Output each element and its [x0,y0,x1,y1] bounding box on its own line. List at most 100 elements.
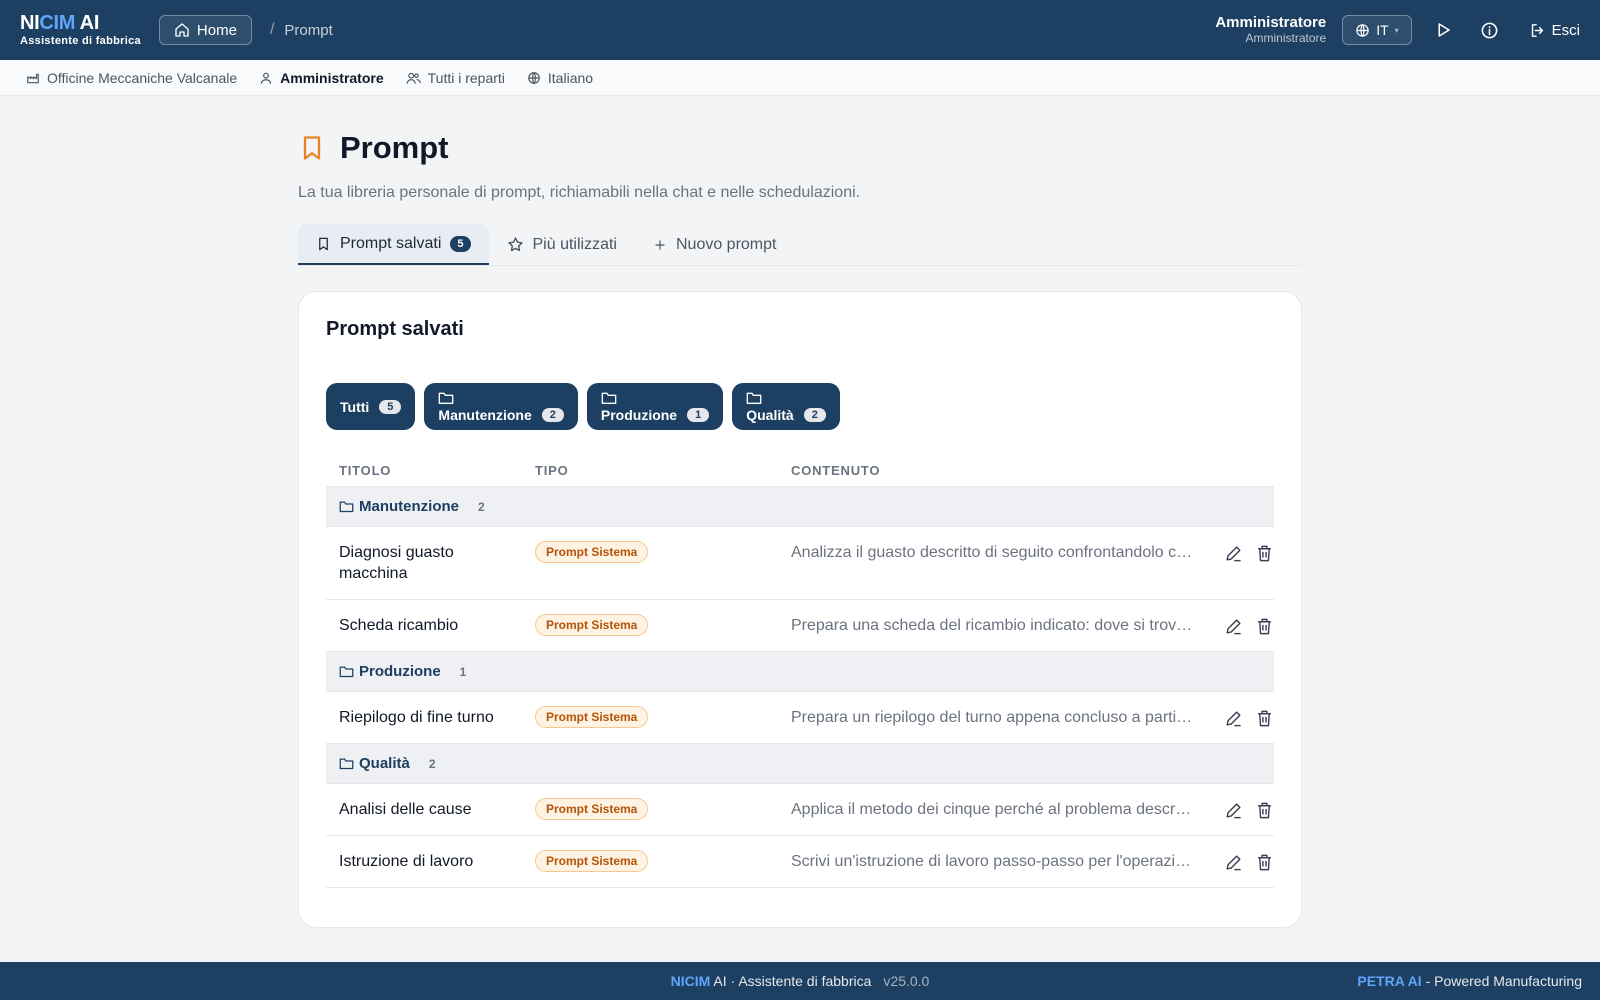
group-count: 1 [459,664,467,679]
folder-icon [746,391,826,405]
tab-label: Più utilizzati [532,235,617,253]
logout-button[interactable]: Esci [1529,22,1580,39]
top-bar: NICIM AI Assistente di fabbrica Home / P… [0,0,1600,60]
departments-item[interactable]: Tutti i reparti [406,70,505,86]
breadcrumb-current: Prompt [284,21,333,39]
filter-count: 1 [687,407,710,422]
table-row[interactable]: Istruzione di lavoro Prompt Sistema Scri… [326,836,1274,888]
brand-name: NICIM AI [20,12,100,34]
trash-icon [1255,853,1274,872]
tab-label: Nuovo prompt [675,235,777,253]
folder-filters: Tutti 5 Manutenzione 2 Produzione 1 Qual… [326,383,1274,430]
departments-label: Tutti i reparti [427,69,505,86]
edit-button[interactable] [1224,853,1243,872]
column-header-content[interactable]: CONTENUTO [791,463,1201,478]
chevron-down-icon: ▾ [1394,25,1399,35]
main-content: Prompt La tua libreria personale di prom… [298,96,1302,928]
pencil-icon [1224,544,1243,563]
user-name: Amministratore [1215,14,1327,32]
logout-icon [1529,22,1546,39]
table-row[interactable]: Riepilogo di fine turno Prompt Sistema P… [326,692,1274,744]
delete-button[interactable] [1255,544,1274,563]
footer-powered-by: PETRA AI - Powered Manufacturing [1357,973,1582,989]
table-row[interactable]: Diagnosi guasto macchina Prompt Sistema … [326,527,1274,600]
prompt-content: Prepara una scheda del ricambio indicato… [791,617,1201,634]
group-header-produzione[interactable]: Produzione 1 [326,652,1274,692]
edit-button[interactable] [1224,617,1243,636]
prompt-type-badge: Prompt Sistema [535,614,649,636]
delete-button[interactable] [1255,709,1274,728]
user-info: Amministratore Amministratore [1215,15,1326,45]
user-item[interactable]: Amministratore [259,70,384,86]
globe-icon [527,71,541,85]
language-code: IT [1376,22,1389,38]
prompt-title: Riepilogo di fine turno [339,709,494,726]
filter-qualita[interactable]: Qualità 2 [732,383,840,430]
folder-icon [339,757,354,770]
folder-icon [601,391,709,405]
pencil-icon [1224,853,1243,872]
language-selector[interactable]: IT ▾ [1342,15,1412,45]
saved-prompts-card: Prompt salvati Tutti 5 Manutenzione 2 Pr… [298,291,1302,928]
column-header-type[interactable]: TIPO [535,463,791,478]
prompt-type-badge: Prompt Sistema [535,850,649,872]
home-button[interactable]: Home [158,15,252,45]
table-row[interactable]: Analisi delle cause Prompt Sistema Appli… [326,784,1274,836]
page-description: La tua libreria personale di prompt, ric… [298,184,861,201]
prompt-type-badge: Prompt Sistema [535,798,649,820]
group-name: Produzione [359,663,441,680]
delete-button[interactable] [1255,853,1274,872]
globe-icon [1355,23,1370,38]
filter-label: Tutti [340,398,370,415]
tab-saved-prompts[interactable]: Prompt salvati 5 [298,224,489,265]
column-header-title[interactable]: TITOLO [326,463,535,478]
edit-button[interactable] [1224,544,1243,563]
footer-brand: NICIM AI · Assistente di fabbrica [670,973,872,989]
edit-button[interactable] [1224,709,1243,728]
trash-icon [1255,617,1274,636]
folder-icon [438,391,563,405]
tab-new-prompt[interactable]: Nuovo prompt [635,224,795,265]
company-item[interactable]: Officine Meccaniche Valcanale [26,70,237,86]
prompt-title: Diagnosi guasto macchina [339,544,454,582]
prompt-title: Analisi delle cause [339,801,472,818]
tab-most-used[interactable]: Più utilizzati [489,224,635,265]
group-name: Manutenzione [359,498,459,515]
trash-icon [1255,709,1274,728]
delete-button[interactable] [1255,801,1274,820]
table-row[interactable]: Scheda ricambio Prompt Sistema Prepara u… [326,600,1274,652]
folder-icon [339,500,354,513]
filter-count: 2 [541,407,564,422]
language-item[interactable]: Italiano [527,70,593,86]
edit-button[interactable] [1224,801,1243,820]
prompt-content: Scrivi un'istruzione di lavoro passo-pas… [791,853,1201,870]
delete-button[interactable] [1255,617,1274,636]
filter-manutenzione[interactable]: Manutenzione 2 [424,383,578,430]
company-name: Officine Meccaniche Valcanale [47,69,238,86]
group-count: 2 [478,499,485,514]
bookmark-icon [298,133,326,163]
tab-bar: Prompt salvati 5 Più utilizzati Nuovo pr… [298,224,1302,266]
pencil-icon [1224,801,1243,820]
play-button[interactable] [1434,21,1452,39]
trash-icon [1255,801,1274,820]
prompt-type-badge: Prompt Sistema [535,706,649,728]
footer: NICIM AI · Assistente di fabbrica v25.0.… [0,962,1600,1000]
group-header-manutenzione[interactable]: Manutenzione 2 [326,487,1274,527]
users-icon [406,71,421,85]
context-bar: Officine Meccaniche Valcanale Amministra… [0,60,1600,96]
filter-label: Manutenzione [438,406,532,423]
logout-label: Esci [1551,21,1580,39]
filter-all[interactable]: Tutti 5 [326,383,416,430]
info-button[interactable] [1480,21,1499,40]
brand-logo: NICIM AI Assistente di fabbrica [20,13,141,47]
bookmark-icon [316,236,331,252]
filter-produzione[interactable]: Produzione 1 [586,383,724,430]
brand-subtitle: Assistente di fabbrica [20,35,141,47]
prompt-title: Scheda ricambio [339,617,459,634]
page-title: Prompt [340,130,449,165]
prompt-content: Prepara un riepilogo del turno appena co… [791,709,1201,726]
card-title: Prompt salvati [326,318,464,340]
home-label: Home [196,21,237,39]
group-header-qualita[interactable]: Qualità 2 [326,744,1274,784]
